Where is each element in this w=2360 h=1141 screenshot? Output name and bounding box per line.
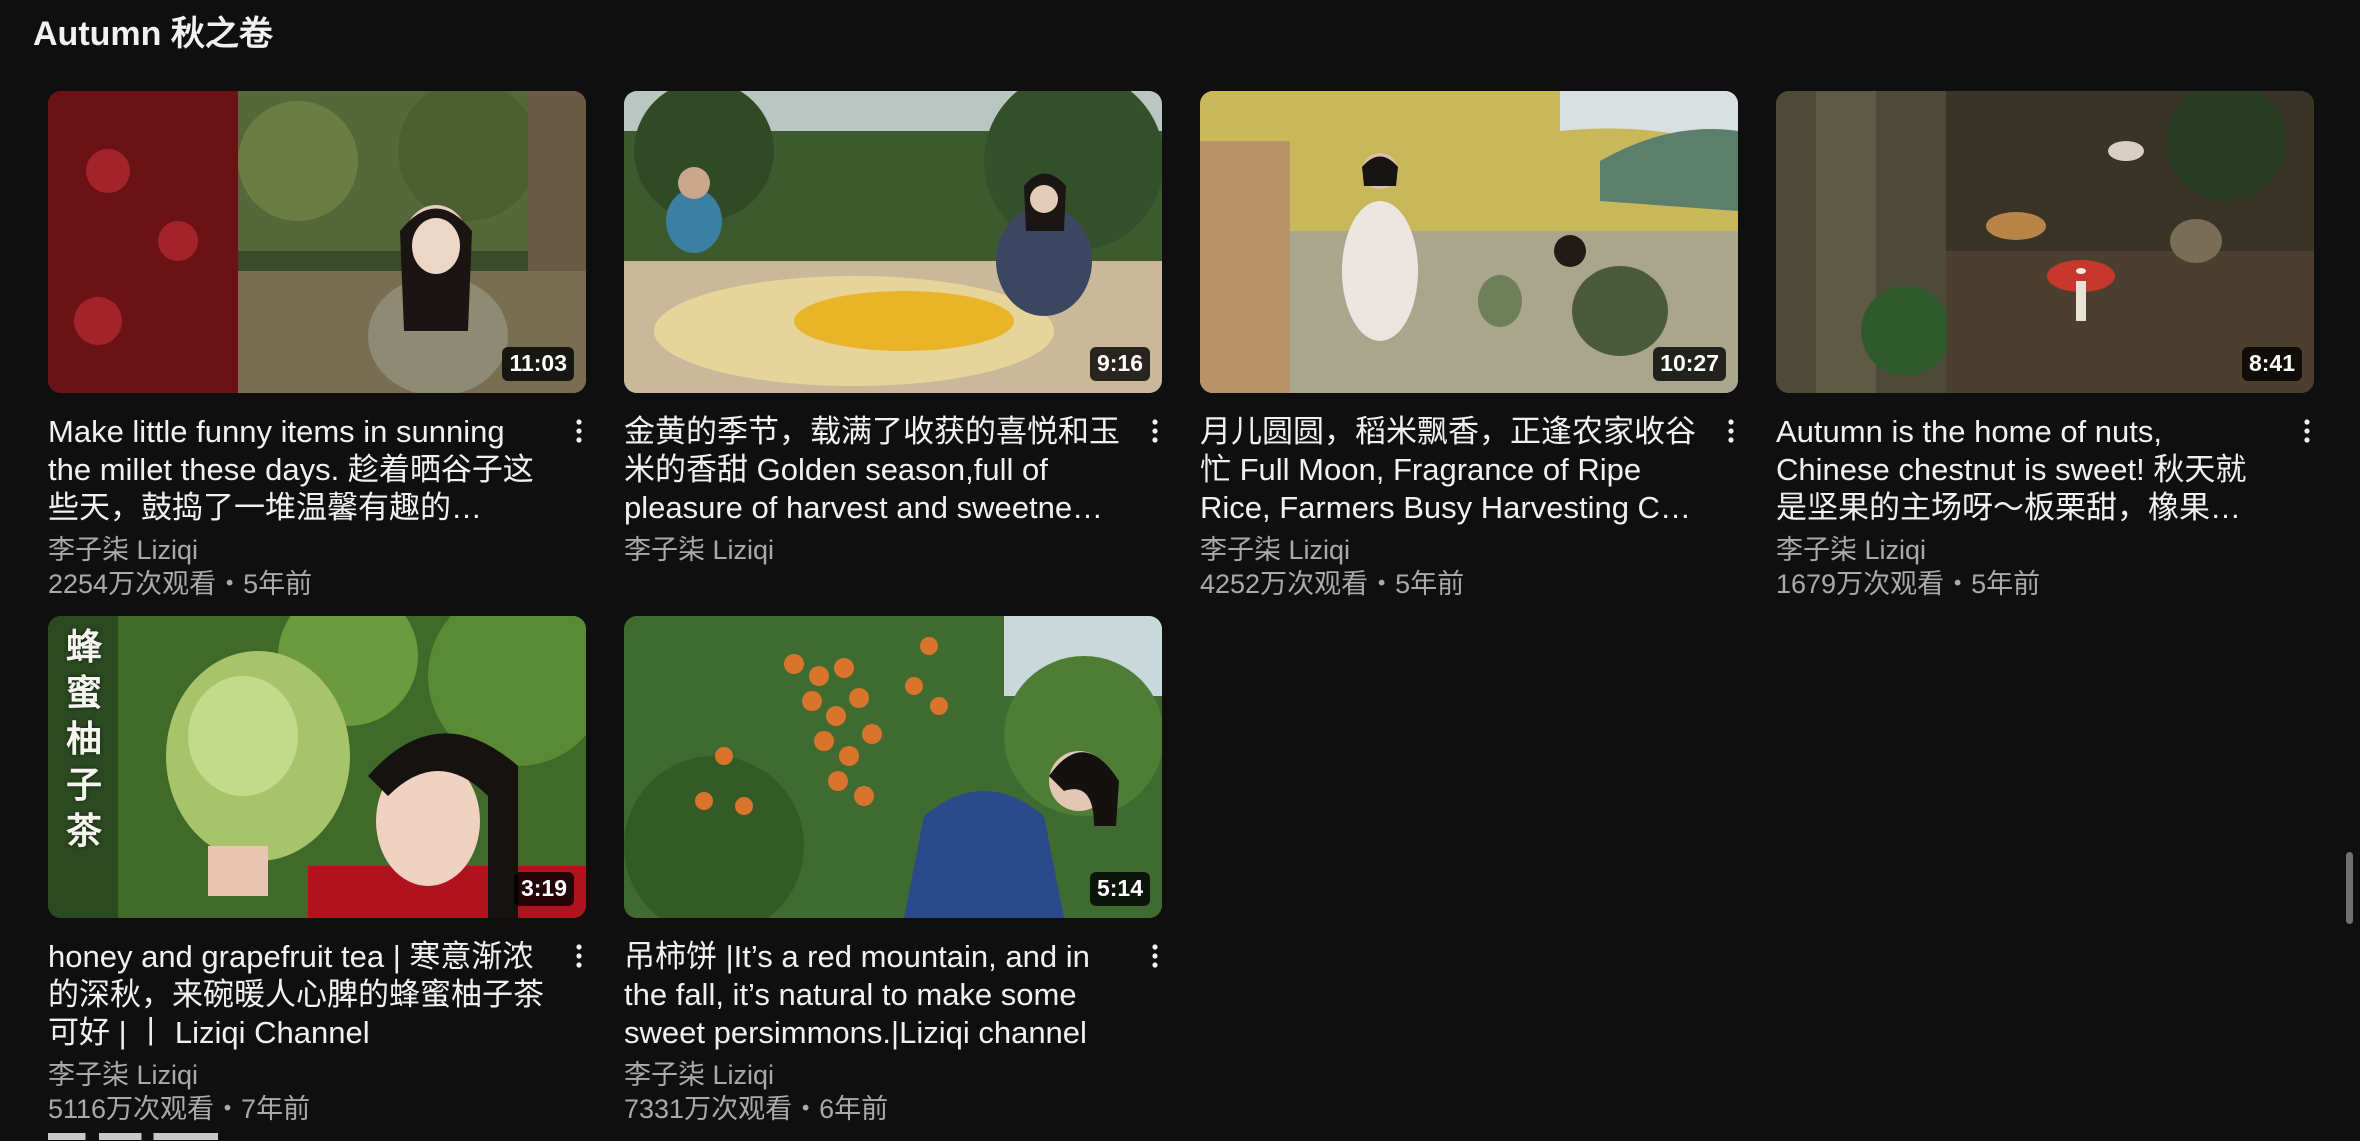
more-vert-icon bbox=[1728, 419, 1734, 443]
video-thumbnail[interactable]: 11:03 bbox=[48, 91, 586, 393]
video-thumbnail[interactable]: 9:16 bbox=[624, 91, 1162, 393]
channel-name[interactable]: 李子柒 Liziqi bbox=[48, 534, 546, 567]
video-card[interactable]: 5:14 吊柿饼 |It’s a red mountain, and in th… bbox=[624, 616, 1162, 1141]
video-stats: 7331万次观看・6年前 bbox=[624, 1094, 889, 1124]
more-actions-button[interactable] bbox=[1716, 411, 1746, 451]
section-title: Autumn 秋之卷 bbox=[33, 15, 273, 53]
more-actions-button[interactable] bbox=[564, 411, 594, 451]
video-duration: 5:14 bbox=[1089, 872, 1150, 906]
video-meta: 吊柿饼 |It’s a red mountain, and in the fal… bbox=[624, 918, 1162, 1126]
video-duration: 3:19 bbox=[513, 872, 574, 906]
channel-name[interactable]: 李子柒 Liziqi bbox=[624, 534, 1122, 567]
video-duration: 11:03 bbox=[502, 347, 574, 381]
more-vert-icon bbox=[1152, 944, 1158, 968]
video-title[interactable]: Make little funny items in sunning the m… bbox=[48, 413, 546, 527]
video-title[interactable]: Autumn is the home of nuts, Chinese ches… bbox=[1776, 413, 2274, 527]
video-stats: 2254万次观看・5年前 bbox=[48, 569, 313, 599]
more-vert-icon bbox=[576, 419, 582, 443]
video-title[interactable]: 月儿圆圆，稻米飘香，正逢农家收谷忙 Full Moon, Fragrance o… bbox=[1200, 413, 1698, 527]
thumbnail-image bbox=[624, 91, 1162, 393]
video-grid: 11:03 Make little funny items in sunning… bbox=[48, 91, 2314, 1141]
video-title[interactable]: 金黄的季节，载满了收获的喜悦和玉米的香甜 Golden season,full … bbox=[624, 413, 1122, 527]
more-vert-icon bbox=[576, 944, 582, 968]
video-thumbnail[interactable]: 蜂蜜柚子茶 3:19 bbox=[48, 616, 586, 918]
next-section-title-peek bbox=[48, 1133, 228, 1140]
video-title[interactable]: 吊柿饼 |It’s a red mountain, and in the fal… bbox=[624, 938, 1122, 1052]
video-card[interactable]: 蜂蜜柚子茶 3:19 honey and grapefruit tea | 寒意… bbox=[48, 616, 586, 1141]
video-card[interactable]: 11:03 Make little funny items in sunning… bbox=[48, 91, 586, 616]
thumbnail-image bbox=[624, 616, 1162, 918]
more-vert-icon bbox=[1152, 419, 1158, 443]
thumbnail-image bbox=[1776, 91, 2314, 393]
more-actions-button[interactable] bbox=[564, 936, 594, 976]
video-duration: 9:16 bbox=[1089, 347, 1150, 381]
channel-name[interactable]: 李子柒 Liziqi bbox=[1776, 534, 2274, 567]
thumbnail-overlay-text: 蜂蜜柚子茶 bbox=[65, 626, 102, 852]
channel-name[interactable]: 李子柒 Liziqi bbox=[48, 1059, 546, 1092]
video-duration: 10:27 bbox=[1653, 347, 1726, 381]
video-stats: 4252万次观看・5年前 bbox=[1200, 569, 1465, 599]
video-meta: Autumn is the home of nuts, Chinese ches… bbox=[1776, 393, 2314, 601]
video-meta: 月儿圆圆，稻米飘香，正逢农家收谷忙 Full Moon, Fragrance o… bbox=[1200, 393, 1738, 601]
more-actions-button[interactable] bbox=[1140, 936, 1170, 976]
more-vert-icon bbox=[2304, 419, 2310, 443]
video-stats: 5116万次观看・7年前 bbox=[48, 1094, 311, 1124]
video-meta: 金黄的季节，载满了收获的喜悦和玉米的香甜 Golden season,full … bbox=[624, 393, 1162, 567]
scrollbar-thumb[interactable] bbox=[2346, 852, 2353, 924]
video-thumbnail[interactable]: 10:27 bbox=[1200, 91, 1738, 393]
video-meta: Make little funny items in sunning the m… bbox=[48, 393, 586, 601]
channel-name[interactable]: 李子柒 Liziqi bbox=[624, 1059, 1122, 1092]
video-card[interactable]: 8:41 Autumn is the home of nuts, Chinese… bbox=[1776, 91, 2314, 616]
video-title[interactable]: honey and grapefruit tea | 寒意渐浓的深秋，来碗暖人心… bbox=[48, 938, 546, 1052]
more-actions-button[interactable] bbox=[1140, 411, 1170, 451]
video-thumbnail[interactable]: 8:41 bbox=[1776, 91, 2314, 393]
video-stats: 1679万次观看・5年前 bbox=[1776, 569, 2041, 599]
video-thumbnail[interactable]: 5:14 bbox=[624, 616, 1162, 918]
thumbnail-image bbox=[48, 616, 586, 918]
video-card[interactable]: 10:27 月儿圆圆，稻米飘香，正逢农家收谷忙 Full Moon, Fragr… bbox=[1200, 91, 1738, 616]
channel-name[interactable]: 李子柒 Liziqi bbox=[1200, 534, 1698, 567]
video-card[interactable]: 9:16 金黄的季节，载满了收获的喜悦和玉米的香甜 Golden season,… bbox=[624, 91, 1162, 616]
more-actions-button[interactable] bbox=[2292, 411, 2322, 451]
video-duration: 8:41 bbox=[2241, 347, 2302, 381]
video-meta: honey and grapefruit tea | 寒意渐浓的深秋，来碗暖人心… bbox=[48, 918, 586, 1126]
